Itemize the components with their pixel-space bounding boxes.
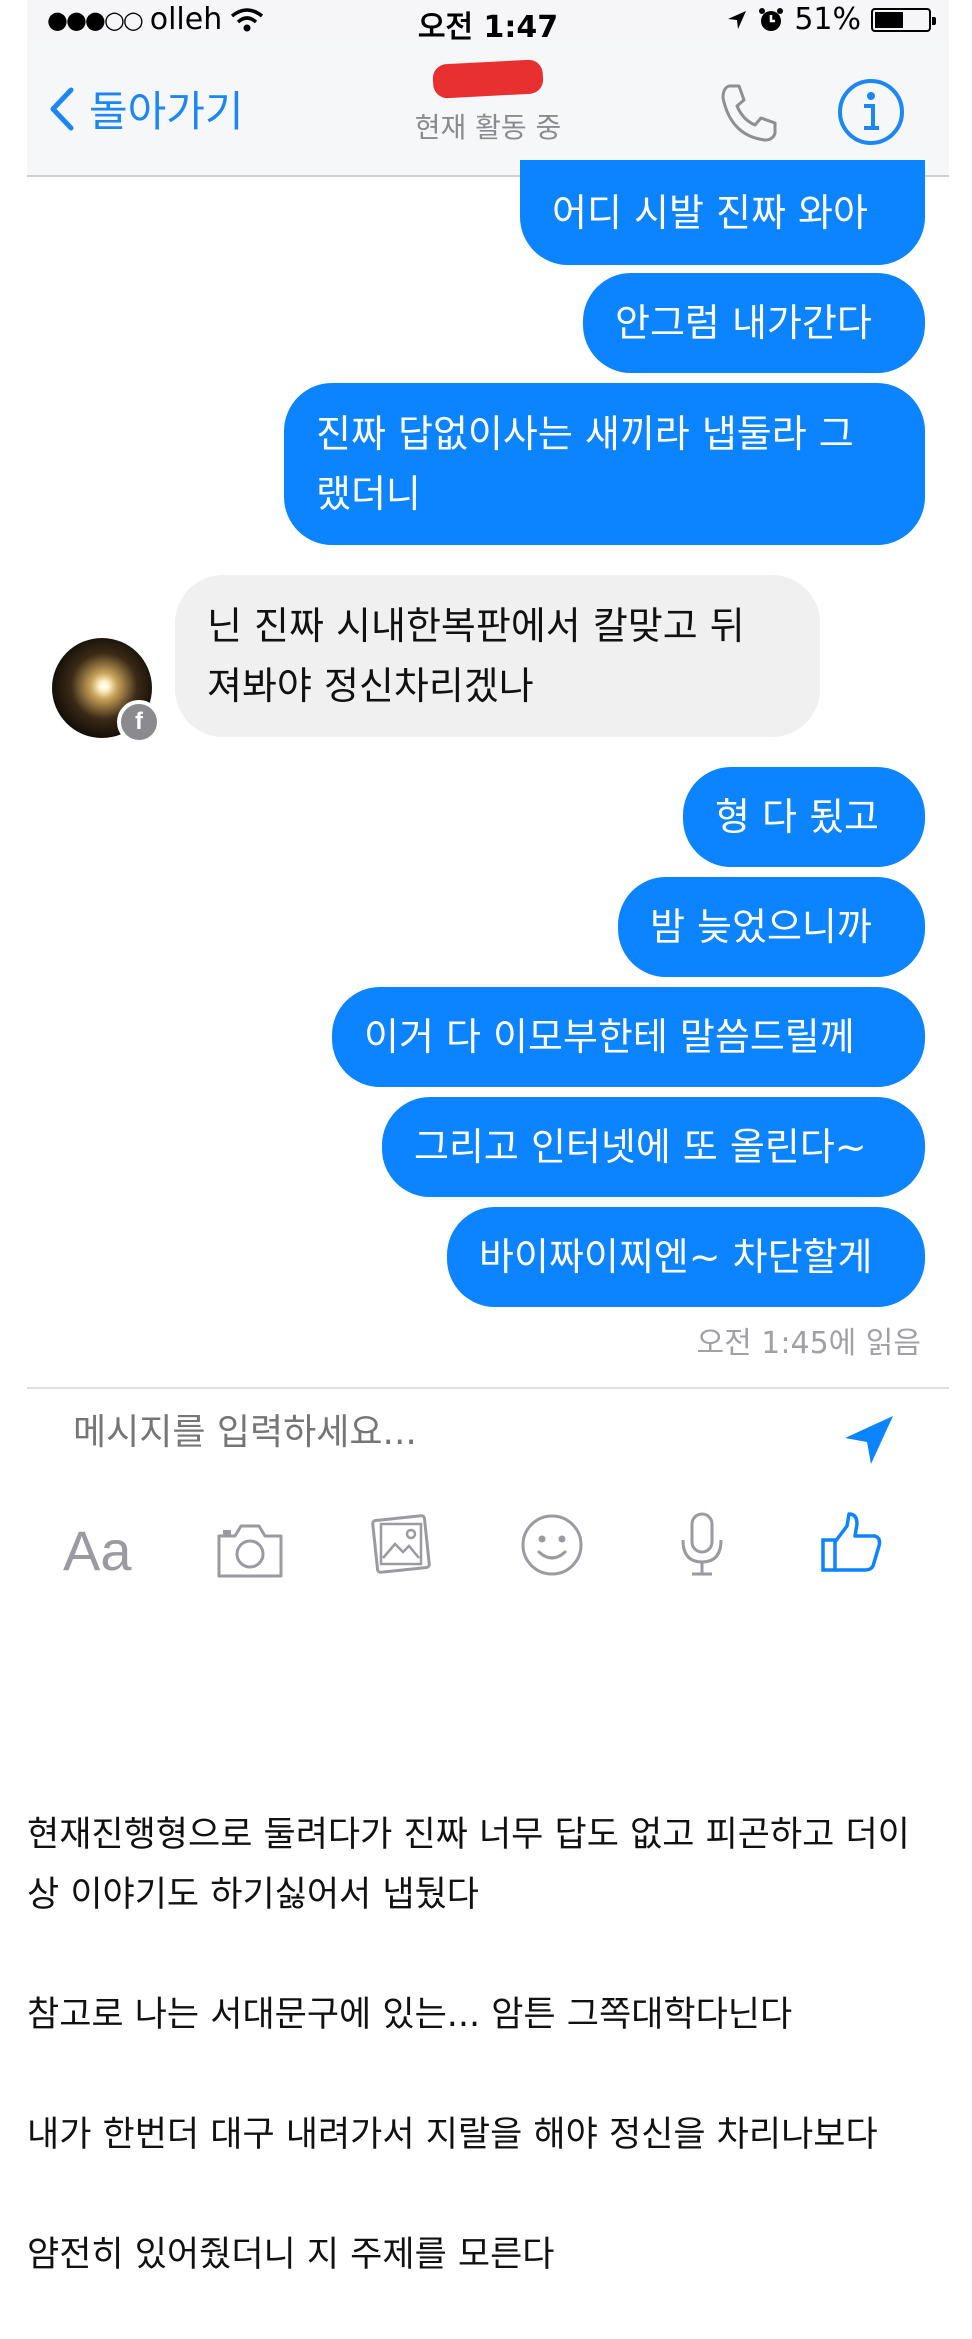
post-line [27, 2045, 947, 2105]
battery-percent: 51% [794, 2, 861, 37]
message-text-line: 져봐야 정신차리겠나 [207, 664, 534, 708]
message-input[interactable] [73, 1412, 833, 1453]
voice-message-button[interactable] [675, 1510, 729, 1584]
message-text: 바이짜이찌엔~ 차단할게 [479, 1235, 873, 1279]
composer-divider [27, 1387, 949, 1389]
message-bubble-sent[interactable]: 어디 시발 진짜 와아 [520, 160, 925, 265]
message-bubble-sent[interactable]: 바이짜이찌엔~ 차단할게 [447, 1207, 925, 1307]
camera-button[interactable] [215, 1520, 285, 1584]
sticker-button[interactable] [519, 1512, 585, 1582]
location-arrow-icon [728, 10, 747, 29]
status-bar: ●●●○○ olleh 오전 1:47 51% [27, 0, 949, 45]
message-bubble-sent[interactable]: 그리고 인터넷에 또 올린다~ [382, 1097, 925, 1197]
post-line: 상 이야기도 하기싫어서 냅뒀다 [27, 1875, 479, 1915]
message-text-line: 닌 진짜 시내한복판에서 칼맞고 뒤 [207, 604, 745, 648]
read-receipt: 오전 1:45에 읽음 [696, 1326, 921, 1361]
post-body: 현재진행형으로 둘려다가 진짜 너무 답도 없고 피곤하고 더이 상 이야기도 … [27, 1805, 947, 2285]
post-line: 내가 한번더 대구 내려가서 지랄을 해야 정신을 차리나보다 [27, 2115, 878, 2155]
status-right: 51% [726, 2, 936, 37]
phone-icon [721, 84, 777, 142]
message-bubble-sent[interactable]: 형 다 됬고 [683, 767, 925, 867]
message-bubble-sent[interactable]: 안그럼 내가간다 [583, 273, 925, 373]
message-text: 형 다 됬고 [715, 795, 879, 839]
info-icon [838, 79, 904, 145]
contact-title[interactable]: 현재 활동 중 [27, 59, 949, 146]
message-bubble-sent[interactable]: 밤 늦었으니까 [618, 877, 925, 977]
send-arrow-icon [845, 1416, 893, 1464]
photo-gallery-button[interactable] [367, 1512, 433, 1582]
post-line: 참고로 나는 서대문구에 있는... 암튼 그쪽대학다닌다 [27, 1995, 793, 2035]
thumbs-up-icon [821, 1512, 882, 1572]
message-text: 어디 시발 진짜 와아 [552, 190, 868, 235]
camera-icon [217, 1524, 283, 1578]
message-bubble-received[interactable]: 닌 진짜 시내한복판에서 칼맞고 뒤 져봐야 정신차리겠나 [175, 575, 820, 737]
message-text: 안그럼 내가간다 [615, 301, 872, 345]
composer-toolbar: Aa [27, 1510, 949, 1600]
battery-icon [871, 7, 936, 32]
text-format-button[interactable]: Aa [63, 1518, 132, 1583]
facebook-badge-icon: f [117, 700, 161, 744]
post-line [27, 1925, 947, 1985]
post-line [27, 2165, 947, 2225]
redacted-contact-name [432, 59, 544, 99]
post-line: 얌전히 있어줬더니 지 주제를 모른다 [27, 2235, 555, 2275]
info-button[interactable] [835, 76, 907, 152]
image-gallery-icon [371, 1514, 431, 1574]
message-bubble-sent[interactable]: 이거 다 이모부한테 말씀드릴께 [332, 987, 925, 1087]
conversation-header: 돌아가기 현재 활동 중 [27, 40, 949, 177]
message-text: 밤 늦었으니까 [650, 905, 872, 949]
alarm-icon [759, 7, 784, 31]
smiley-icon [521, 1514, 583, 1576]
post-line: 현재진행형으로 둘려다가 진짜 너무 답도 없고 피곤하고 더이 [27, 1815, 910, 1855]
send-button[interactable] [839, 1410, 899, 1474]
message-bubble-sent[interactable]: 진짜 답없이사는 새끼라 냅둘라 그 랬더니 [284, 383, 925, 545]
active-status: 현재 활동 중 [414, 111, 562, 144]
message-text: 그리고 인터넷에 또 올린다~ [414, 1125, 867, 1169]
message-text-line: 랬더니 [316, 472, 421, 516]
like-button[interactable] [819, 1510, 885, 1580]
message-text-line: 진짜 답없이사는 새끼라 냅둘라 그 [316, 412, 854, 456]
call-button[interactable] [715, 80, 781, 150]
microphone-icon [681, 1512, 723, 1576]
message-text: 이거 다 이모부한테 말씀드릴께 [364, 1015, 855, 1059]
